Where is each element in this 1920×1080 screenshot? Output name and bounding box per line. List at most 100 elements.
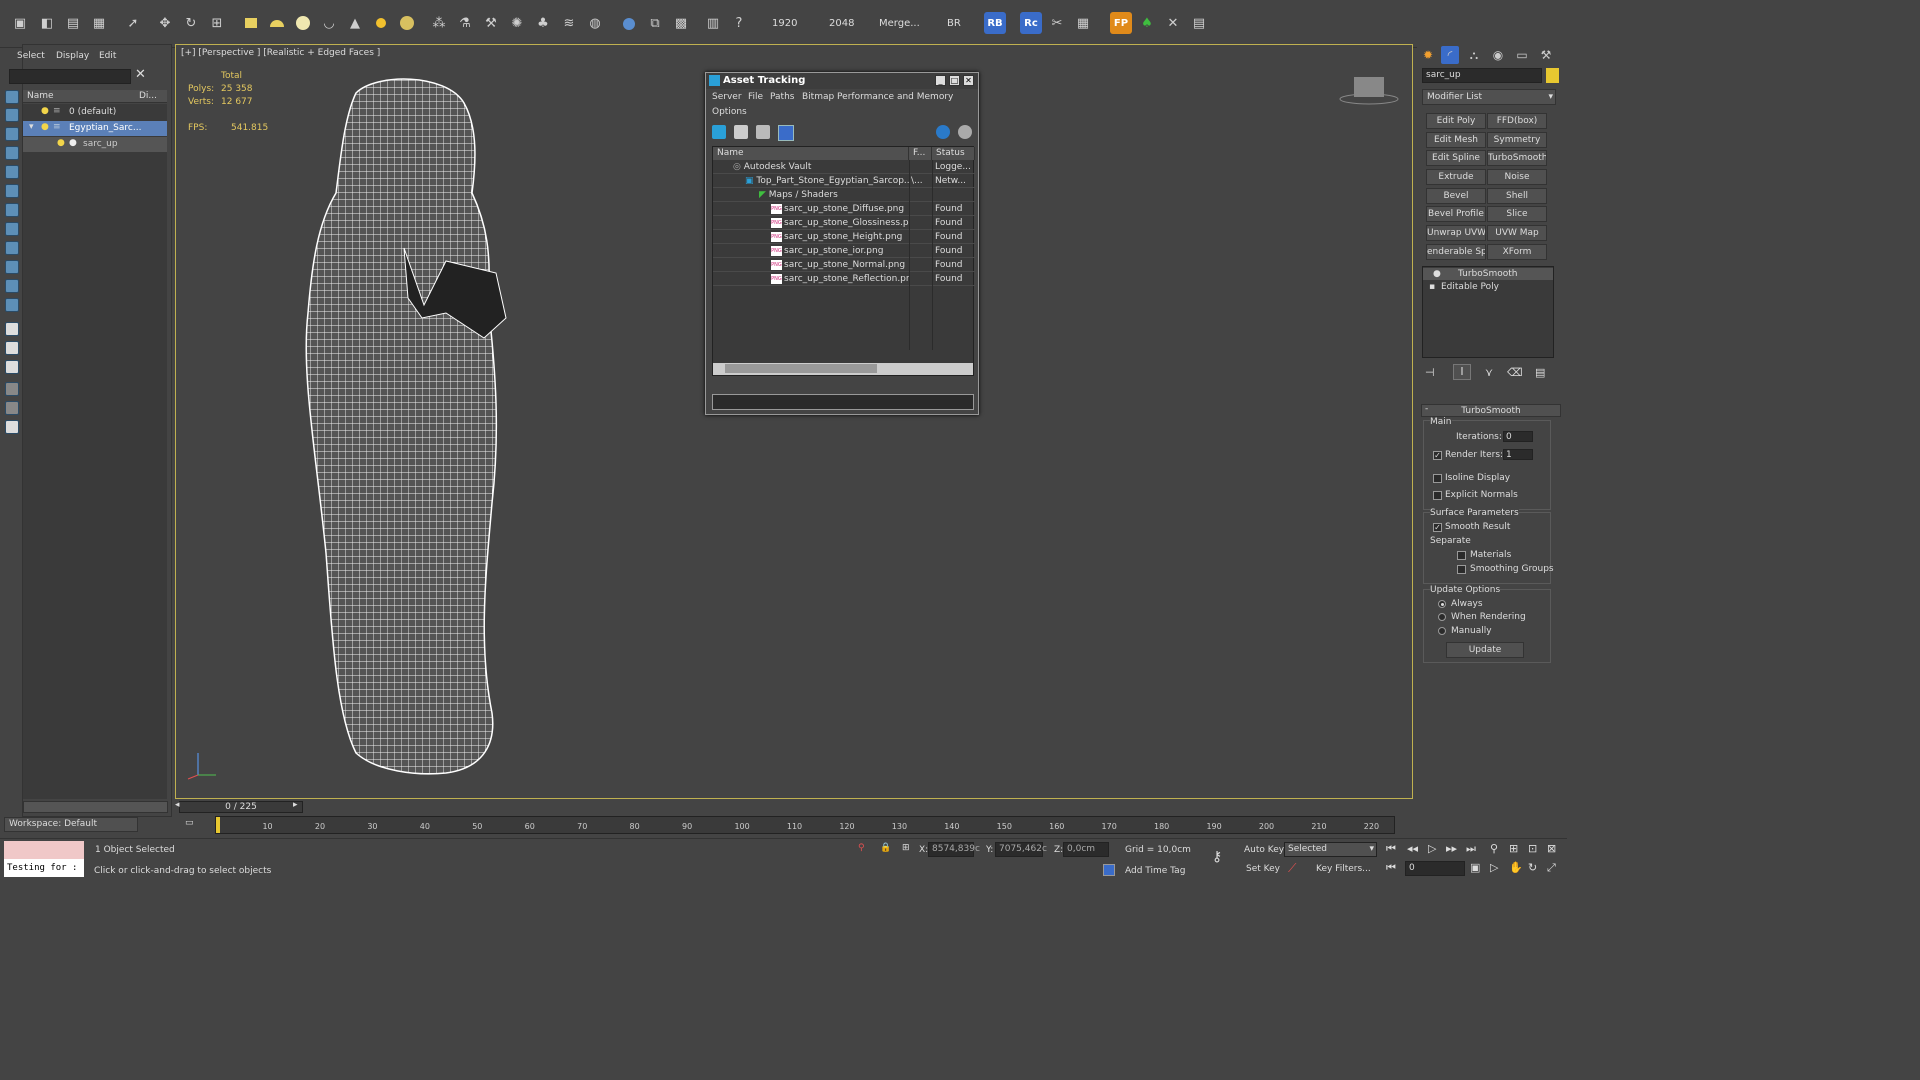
render-production-icon[interactable]: ▩ bbox=[670, 12, 692, 34]
z-coordinate-field[interactable]: 0,0cm bbox=[1063, 842, 1109, 857]
expand-plus-icon[interactable]: ▪ bbox=[1429, 281, 1435, 293]
mod-slice-button[interactable]: Slice bbox=[1487, 206, 1547, 222]
workspace-dropdown[interactable]: Workspace: Default bbox=[4, 817, 138, 832]
render-frame-icon[interactable]: ⧉ bbox=[644, 12, 666, 34]
smoothing-groups-checkbox[interactable] bbox=[1457, 565, 1466, 574]
render-iters-checkbox[interactable]: ✓ bbox=[1433, 451, 1442, 460]
scene-row-egyptian[interactable]: ▾ ● ≡ Egyptian_Sarc... bbox=[23, 121, 167, 136]
set-keys-icon[interactable]: ⟋ bbox=[1288, 861, 1296, 876]
table-view-icon[interactable] bbox=[778, 125, 794, 141]
auto-key-button[interactable]: Auto Key bbox=[1244, 845, 1284, 855]
asset-row[interactable]: ◤ Maps / Shaders bbox=[713, 188, 975, 202]
menu-bitmap-performance[interactable]: Bitmap Performance and Memory bbox=[802, 92, 953, 102]
strip-icon-11[interactable] bbox=[5, 279, 19, 293]
menu-paths[interactable]: Paths bbox=[770, 92, 794, 102]
layer-manager-icon[interactable]: ▦ bbox=[88, 12, 110, 34]
snap-tool-icon[interactable]: ✕ bbox=[1162, 12, 1184, 34]
strip-icon-9[interactable] bbox=[5, 241, 19, 255]
asset-row[interactable]: PNG sarc_up_stone_Height.png Found bbox=[713, 230, 975, 244]
when-rendering-radio[interactable] bbox=[1438, 613, 1446, 621]
strip-icon-17[interactable] bbox=[5, 401, 19, 415]
utilities-tab-icon[interactable]: ⚒ bbox=[1537, 46, 1555, 64]
pin-stack-icon[interactable]: ⊣ bbox=[1425, 366, 1435, 379]
open-icon[interactable]: ▣ bbox=[9, 12, 31, 34]
sphere-icon[interactable] bbox=[292, 12, 314, 34]
asset-path-field[interactable] bbox=[712, 394, 974, 410]
mod-renderable-spline-button[interactable]: enderable Splir bbox=[1426, 244, 1486, 260]
materials-checkbox[interactable] bbox=[1457, 551, 1466, 560]
mod-xform-button[interactable]: XForm bbox=[1487, 244, 1547, 260]
time-config-icon[interactable]: ▣ bbox=[1470, 861, 1480, 874]
thumbnail-view-icon[interactable] bbox=[756, 125, 770, 139]
rb-button[interactable]: RB bbox=[984, 12, 1006, 34]
iterations-spinner[interactable]: 0 bbox=[1503, 431, 1533, 442]
col-name-header[interactable]: Name bbox=[27, 91, 54, 101]
asset-row[interactable]: PNG sarc_up_stone_ior.png Found bbox=[713, 244, 975, 258]
key-mode-dropdown[interactable]: Selected ▾ bbox=[1284, 842, 1377, 857]
mod-edit-poly-button[interactable]: Edit Poly bbox=[1426, 113, 1486, 129]
zoom-icon[interactable]: ⚲ bbox=[1490, 842, 1498, 855]
scene-row-sarc-up[interactable]: ● ● sarc_up bbox=[23, 137, 167, 152]
menu-options[interactable]: Options bbox=[712, 107, 747, 117]
hemisphere-icon[interactable] bbox=[266, 12, 288, 34]
mod-bevel-button[interactable]: Bevel bbox=[1426, 188, 1486, 204]
res-width-button[interactable]: 1920 bbox=[772, 18, 797, 29]
clear-search-icon[interactable]: ✕ bbox=[135, 67, 146, 82]
isolate-pin-icon[interactable]: ⚲ bbox=[858, 843, 865, 853]
prev-frame-icon[interactable]: ◂ bbox=[175, 800, 180, 810]
menu-server[interactable]: Server bbox=[712, 92, 742, 102]
play-icon[interactable]: ▷ bbox=[1428, 842, 1436, 855]
mod-bevel-profile-button[interactable]: Bevel Profile bbox=[1426, 206, 1486, 222]
box-icon[interactable] bbox=[240, 12, 262, 34]
strip-icon-2[interactable] bbox=[5, 108, 19, 122]
sun-light-icon[interactable] bbox=[370, 12, 392, 34]
render-iters-spinner[interactable]: 1 bbox=[1503, 449, 1533, 460]
make-unique-icon[interactable]: ⋎ bbox=[1485, 366, 1493, 379]
mod-turbosmooth-button[interactable]: TurboSmooth bbox=[1487, 150, 1547, 166]
grid-table-icon[interactable]: ▤ bbox=[1188, 12, 1210, 34]
absolute-mode-icon[interactable]: ⊞ bbox=[902, 843, 910, 853]
collapse-minus-icon[interactable]: - bbox=[1425, 404, 1428, 414]
sarcophagus-wireframe-model[interactable] bbox=[296, 73, 536, 775]
key-filters-button[interactable]: Key Filters... bbox=[1316, 864, 1371, 874]
zoom-extents-icon[interactable]: ⊡ bbox=[1528, 842, 1537, 855]
always-radio[interactable] bbox=[1438, 600, 1446, 608]
add-time-tag-button[interactable]: Add Time Tag bbox=[1125, 866, 1185, 876]
isoline-display-checkbox[interactable] bbox=[1433, 474, 1442, 483]
explicit-normals-checkbox[interactable] bbox=[1433, 491, 1442, 500]
scale-icon[interactable]: ⊞ bbox=[206, 12, 228, 34]
mod-ffd-box-button[interactable]: FFD(box) bbox=[1487, 113, 1547, 129]
go-to-end-icon[interactable]: ⏭ bbox=[1466, 842, 1476, 856]
br-button[interactable]: BR bbox=[947, 18, 961, 29]
rc-button[interactable]: Rc bbox=[1020, 12, 1042, 34]
asset-row[interactable]: PNG sarc_up_stone_Reflection.png Found bbox=[713, 272, 975, 286]
key-mode-toggle-icon[interactable]: ⏮ bbox=[1386, 861, 1396, 875]
stack-item-editable-poly[interactable]: ▪ Editable Poly bbox=[1423, 281, 1553, 293]
maxscript-listener-pink[interactable] bbox=[4, 841, 84, 859]
viewcube-icon[interactable] bbox=[1338, 75, 1400, 105]
scene-menu-select[interactable]: Select bbox=[17, 51, 45, 61]
viewport-label[interactable]: [+] [Perspective ] [Realistic + Edged Fa… bbox=[181, 48, 380, 58]
cloth-icon[interactable]: ◍ bbox=[584, 12, 606, 34]
mod-unwrap-uvw-button[interactable]: Unwrap UVW bbox=[1426, 225, 1486, 241]
select-object-icon[interactable]: ➚ bbox=[122, 12, 144, 34]
filter-icon[interactable] bbox=[5, 382, 19, 396]
display-tab-icon[interactable]: ▭ bbox=[1513, 46, 1531, 64]
material-editor-icon[interactable]: ▤ bbox=[62, 12, 84, 34]
strip-icon-13[interactable] bbox=[5, 322, 19, 336]
modifier-list-dropdown[interactable]: Modifier List ▾ bbox=[1422, 89, 1556, 105]
object-color-swatch[interactable] bbox=[1546, 68, 1559, 83]
settings-icon[interactable] bbox=[958, 125, 972, 139]
merge-button[interactable]: Merge... bbox=[879, 18, 920, 29]
strip-icon-18[interactable] bbox=[5, 420, 19, 434]
go-to-start-icon[interactable]: ⏮ bbox=[1386, 842, 1396, 856]
maximize-viewport-icon[interactable]: ⤢ bbox=[1547, 861, 1556, 875]
turbosmooth-rollout-header[interactable]: TurboSmooth bbox=[1421, 404, 1561, 417]
rotate-icon[interactable]: ↻ bbox=[180, 12, 202, 34]
scene-search-input[interactable] bbox=[9, 69, 131, 84]
strip-icon-5[interactable] bbox=[5, 165, 19, 179]
res-height-button[interactable]: 2048 bbox=[829, 18, 854, 29]
tree-icon[interactable]: ♠ bbox=[1136, 12, 1158, 34]
asset-col-name[interactable]: Name bbox=[713, 147, 909, 160]
scene-states-icon[interactable]: ▥ bbox=[702, 12, 724, 34]
